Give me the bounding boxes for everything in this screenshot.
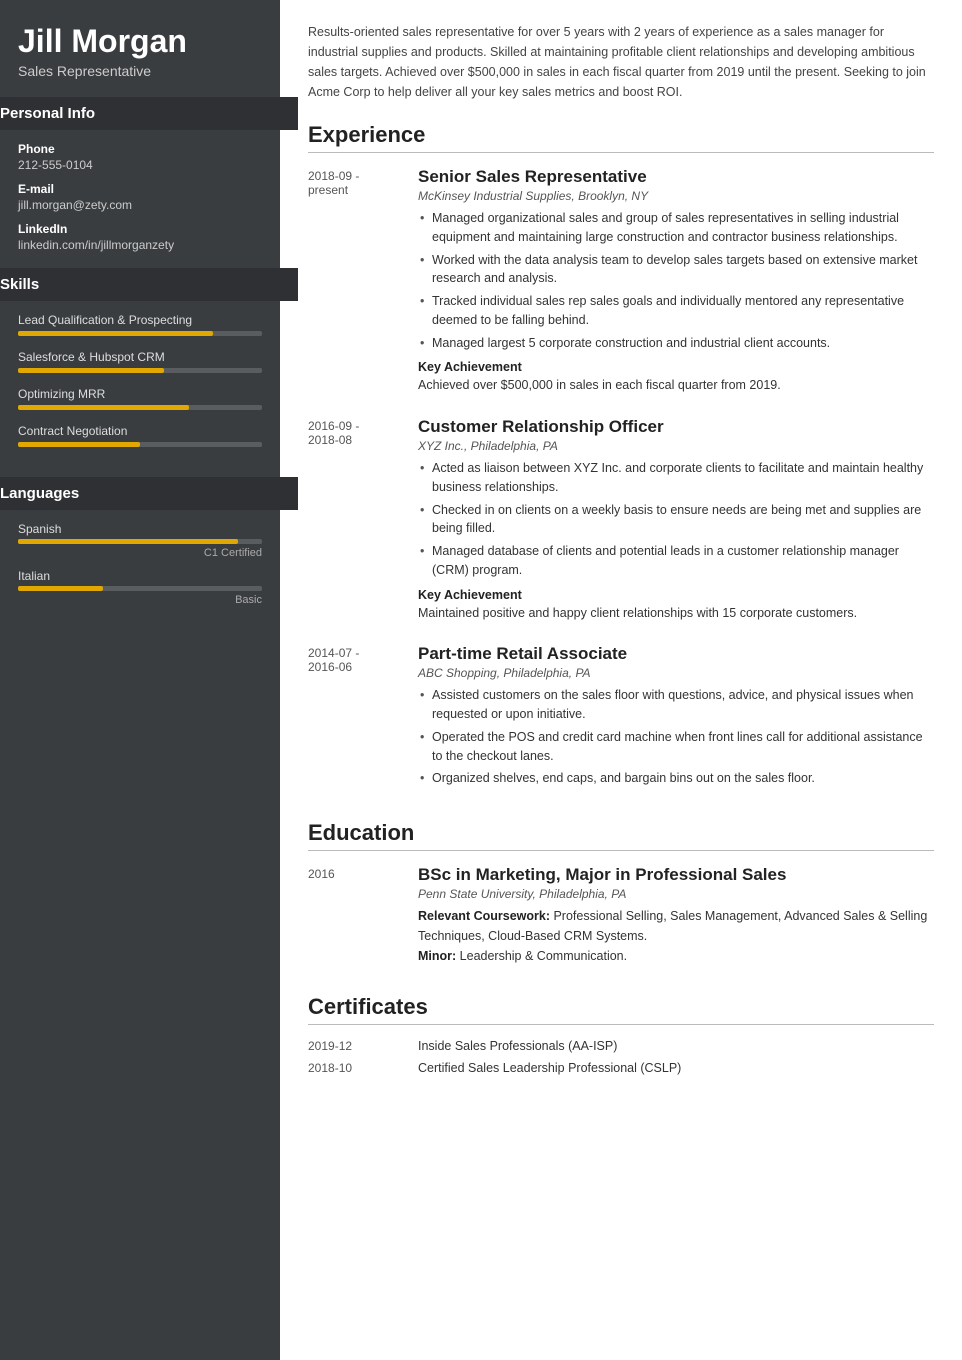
exp-bullets: Acted as liaison between XYZ Inc. and co…: [418, 459, 934, 580]
exp-job-title: Part-time Retail Associate: [418, 644, 934, 664]
exp-company: McKinsey Industrial Supplies, Brooklyn, …: [418, 189, 934, 203]
language-item: Italian Basic: [18, 569, 262, 606]
cert-date: 2019-12: [308, 1039, 418, 1053]
key-achievement-text: Maintained positive and happy client rel…: [418, 604, 934, 623]
lang-bar-bg: [18, 539, 262, 544]
exp-date: 2014-07 -2016-06: [308, 644, 418, 792]
candidate-title: Sales Representative: [18, 63, 262, 79]
experience-section: Experience 2018-09 -present Senior Sales…: [308, 122, 934, 792]
linkedin-label: LinkedIn: [18, 222, 262, 236]
skill-item: Optimizing MRR: [18, 387, 262, 410]
exp-date: 2016-09 -2018-08: [308, 417, 418, 622]
skill-bar-bg: [18, 405, 262, 410]
skill-bar-fill: [18, 442, 140, 447]
exp-content: Customer Relationship Officer XYZ Inc., …: [418, 417, 934, 622]
skill-bar-fill: [18, 405, 189, 410]
skills-section: Lead Qualification & Prospecting Salesfo…: [0, 313, 280, 477]
languages-section-title: Languages: [0, 477, 298, 510]
exp-company: XYZ Inc., Philadelphia, PA: [418, 439, 934, 453]
cert-name: Certified Sales Leadership Professional …: [418, 1061, 681, 1075]
bullet-item: Managed organizational sales and group o…: [418, 209, 934, 247]
phone-value: 212-555-0104: [18, 158, 262, 172]
lang-bar-fill: [18, 586, 103, 591]
key-achievement-label: Key Achievement: [418, 588, 934, 602]
experience-row: 2014-07 -2016-06 Part-time Retail Associ…: [308, 644, 934, 792]
bullet-item: Tracked individual sales rep sales goals…: [418, 292, 934, 330]
education-title: Education: [308, 820, 934, 851]
personal-info-section-title: Personal Info: [0, 97, 298, 130]
lang-bar-bg: [18, 586, 262, 591]
coursework-label: Relevant Coursework:: [418, 909, 550, 923]
main-content: Results-oriented sales representative fo…: [280, 0, 962, 1360]
exp-company: ABC Shopping, Philadelphia, PA: [418, 666, 934, 680]
sidebar-header: Jill Morgan Sales Representative: [0, 0, 280, 97]
education-row: 2016 BSc in Marketing, Major in Professi…: [308, 865, 934, 966]
bullet-item: Managed database of clients and potentia…: [418, 542, 934, 580]
skill-bar-fill: [18, 331, 213, 336]
exp-bullets: Assisted customers on the sales floor wi…: [418, 686, 934, 788]
lang-level: C1 Certified: [18, 547, 262, 559]
cert-date: 2018-10: [308, 1061, 418, 1075]
minor-label: Minor:: [418, 949, 456, 963]
experience-row: 2018-09 -present Senior Sales Representa…: [308, 167, 934, 395]
email-label: E-mail: [18, 182, 262, 196]
experience-title: Experience: [308, 122, 934, 153]
skill-name: Contract Negotiation: [18, 424, 262, 438]
linkedin-value: linkedin.com/in/jillmorganzety: [18, 238, 262, 252]
sidebar: Jill Morgan Sales Representative Persona…: [0, 0, 280, 1360]
lang-level: Basic: [18, 594, 262, 606]
phone-label: Phone: [18, 142, 262, 156]
exp-job-title: Senior Sales Representative: [418, 167, 934, 187]
bullet-item: Acted as liaison between XYZ Inc. and co…: [418, 459, 934, 497]
personal-info-section: Phone 212-555-0104 E-mail jill.morgan@ze…: [0, 142, 280, 268]
bullet-item: Operated the POS and credit card machine…: [418, 728, 934, 766]
skills-section-title: Skills: [0, 268, 298, 301]
exp-content: Senior Sales Representative McKinsey Ind…: [418, 167, 934, 395]
key-achievement-label: Key Achievement: [418, 360, 934, 374]
edu-school: Penn State University, Philadelphia, PA: [418, 887, 934, 901]
key-achievement-text: Achieved over $500,000 in sales in each …: [418, 376, 934, 395]
edu-content: BSc in Marketing, Major in Professional …: [418, 865, 934, 966]
certificates-title: Certificates: [308, 994, 934, 1025]
bullet-item: Checked in on clients on a weekly basis …: [418, 501, 934, 539]
bullet-item: Worked with the data analysis team to de…: [418, 251, 934, 289]
lang-name: Spanish: [18, 522, 262, 536]
cert-name: Inside Sales Professionals (AA-ISP): [418, 1039, 617, 1053]
bullet-item: Managed largest 5 corporate construction…: [418, 334, 934, 353]
edu-date: 2016: [308, 865, 418, 966]
language-item: Spanish C1 Certified: [18, 522, 262, 559]
lang-name: Italian: [18, 569, 262, 583]
edu-degree: BSc in Marketing, Major in Professional …: [418, 865, 934, 885]
summary-text: Results-oriented sales representative fo…: [308, 22, 934, 102]
education-section: Education 2016 BSc in Marketing, Major i…: [308, 820, 934, 966]
certificates-section: Certificates 2019-12 Inside Sales Profes…: [308, 994, 934, 1075]
exp-date: 2018-09 -present: [308, 167, 418, 395]
skill-bar-bg: [18, 331, 262, 336]
skill-bar-bg: [18, 368, 262, 373]
email-value: jill.morgan@zety.com: [18, 198, 262, 212]
experience-row: 2016-09 -2018-08 Customer Relationship O…: [308, 417, 934, 622]
edu-detail: Relevant Coursework: Professional Sellin…: [418, 906, 934, 966]
lang-bar-fill: [18, 539, 238, 544]
skill-name: Optimizing MRR: [18, 387, 262, 401]
skill-name: Lead Qualification & Prospecting: [18, 313, 262, 327]
skill-bar-fill: [18, 368, 164, 373]
exp-job-title: Customer Relationship Officer: [418, 417, 934, 437]
skill-bar-bg: [18, 442, 262, 447]
skill-item: Contract Negotiation: [18, 424, 262, 447]
languages-section: Spanish C1 Certified Italian Basic: [0, 522, 280, 632]
candidate-name: Jill Morgan: [18, 24, 262, 59]
bullet-item: Organized shelves, end caps, and bargain…: [418, 769, 934, 788]
certificate-row: 2018-10 Certified Sales Leadership Profe…: [308, 1061, 934, 1075]
exp-bullets: Managed organizational sales and group o…: [418, 209, 934, 352]
skill-item: Lead Qualification & Prospecting: [18, 313, 262, 336]
skill-name: Salesforce & Hubspot CRM: [18, 350, 262, 364]
exp-content: Part-time Retail Associate ABC Shopping,…: [418, 644, 934, 792]
certificate-row: 2019-12 Inside Sales Professionals (AA-I…: [308, 1039, 934, 1053]
skill-item: Salesforce & Hubspot CRM: [18, 350, 262, 373]
bullet-item: Assisted customers on the sales floor wi…: [418, 686, 934, 724]
